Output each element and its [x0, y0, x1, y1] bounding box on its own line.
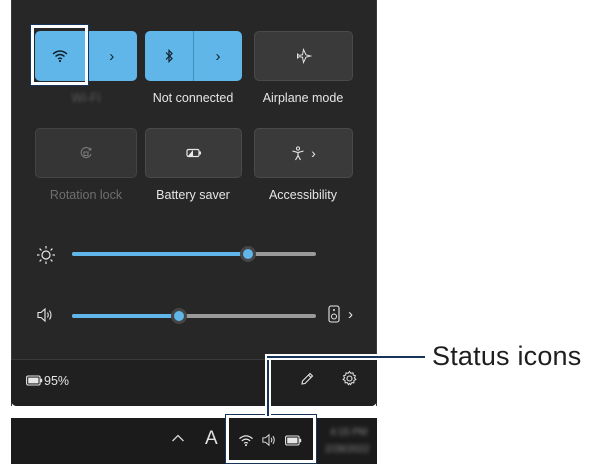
show-hidden-icons-button[interactable]: [171, 433, 185, 443]
chevron-right-icon: ›: [348, 305, 353, 323]
battery-saver-tile[interactable]: [145, 128, 242, 178]
settings-button[interactable]: [341, 370, 358, 387]
airplane-mode-tile[interactable]: [254, 31, 353, 81]
taskbar-clock-time[interactable]: 4:15 PM: [330, 427, 367, 438]
brightness-slider-track[interactable]: [72, 252, 316, 256]
bluetooth-toggle-button[interactable]: [145, 31, 194, 81]
accessibility-tile[interactable]: ›: [254, 128, 353, 178]
volume-slider-track[interactable]: [72, 314, 316, 318]
chevron-right-icon: ›: [215, 47, 221, 65]
bluetooth-expand-button[interactable]: ›: [194, 31, 242, 81]
brightness-slider-thumb[interactable]: [240, 246, 256, 262]
accessibility-label: Accessibility: [268, 188, 338, 202]
brightness-slider-fill: [72, 252, 248, 256]
airplane-icon: [296, 48, 312, 64]
bluetooth-tile[interactable]: ›: [145, 31, 242, 81]
bluetooth-tile-label: Not connected: [152, 91, 234, 105]
taskbar-clock-date[interactable]: 2/28/2022: [325, 444, 370, 455]
rotation-lock-tile[interactable]: [35, 128, 137, 178]
wifi-tile-label: Wi-Fi: [71, 91, 101, 105]
chevron-right-icon: ›: [109, 47, 115, 65]
brightness-icon: [36, 245, 56, 265]
edit-quick-settings-button[interactable]: [299, 371, 315, 387]
rotation-lock-icon: [79, 146, 93, 160]
volume-slider-thumb[interactable]: [171, 308, 187, 324]
chevron-right-icon: ›: [311, 145, 316, 161]
callout-line-horizontal: [267, 356, 425, 358]
battery-percentage: 95%: [44, 374, 70, 388]
battery-saver-icon: [185, 147, 202, 159]
input-language-indicator[interactable]: A: [205, 428, 218, 450]
rotation-lock-label: Rotation lock: [49, 188, 123, 202]
audio-output-button[interactable]: ›: [328, 305, 353, 323]
bluetooth-icon: [164, 49, 174, 63]
speaker-icon[interactable]: [36, 307, 54, 323]
status-icons-highlight-box: [225, 414, 317, 464]
taskbar: [11, 418, 377, 464]
battery-saver-label: Battery saver: [156, 188, 230, 202]
volume-slider-fill: [72, 314, 179, 318]
airplane-mode-label: Airplane mode: [262, 91, 344, 105]
wifi-expand-button[interactable]: ›: [86, 31, 137, 81]
gear-icon: [341, 370, 358, 387]
wifi-tile-highlight-box: [30, 24, 89, 86]
status-icons-callout-label: Status icons: [432, 341, 582, 371]
pencil-icon: [299, 371, 315, 387]
callout-line-vertical: [267, 356, 269, 416]
battery-status-icon: [26, 375, 43, 386]
audio-output-icon: [328, 305, 340, 323]
accessibility-icon: [291, 145, 305, 161]
